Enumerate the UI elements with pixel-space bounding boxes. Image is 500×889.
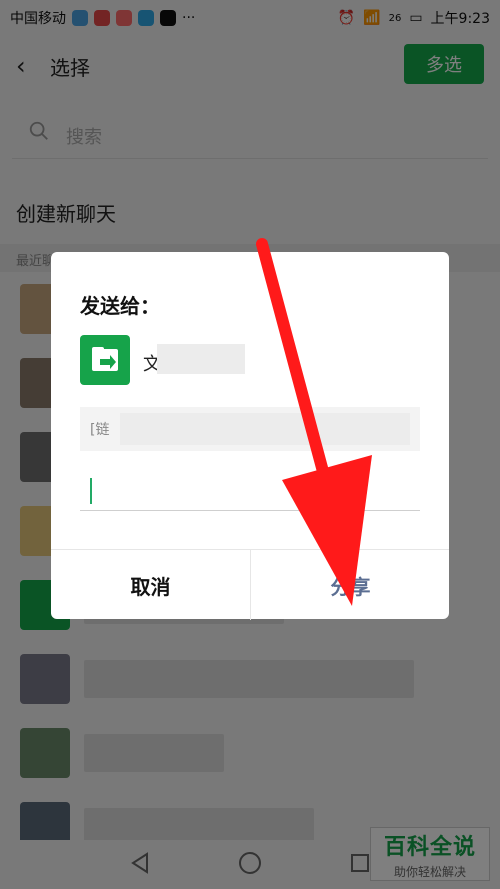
- message-preview: [链: [80, 407, 420, 451]
- share-button[interactable]: 分享: [250, 550, 450, 620]
- preview-blur: [120, 413, 410, 445]
- preview-text: [链: [90, 422, 110, 438]
- text-caret: [90, 478, 92, 504]
- dialog-title: 发送给：: [80, 294, 160, 318]
- folder-arrow-icon: [92, 347, 118, 371]
- cancel-button[interactable]: 取消: [51, 550, 250, 620]
- send-dialog: 发送给： 文 [链 取消 分享: [51, 252, 449, 620]
- target-name-blur: [157, 344, 245, 374]
- dialog-actions: 取消 分享: [51, 549, 449, 620]
- message-input[interactable]: [80, 474, 420, 511]
- folder-share-icon: [80, 335, 130, 385]
